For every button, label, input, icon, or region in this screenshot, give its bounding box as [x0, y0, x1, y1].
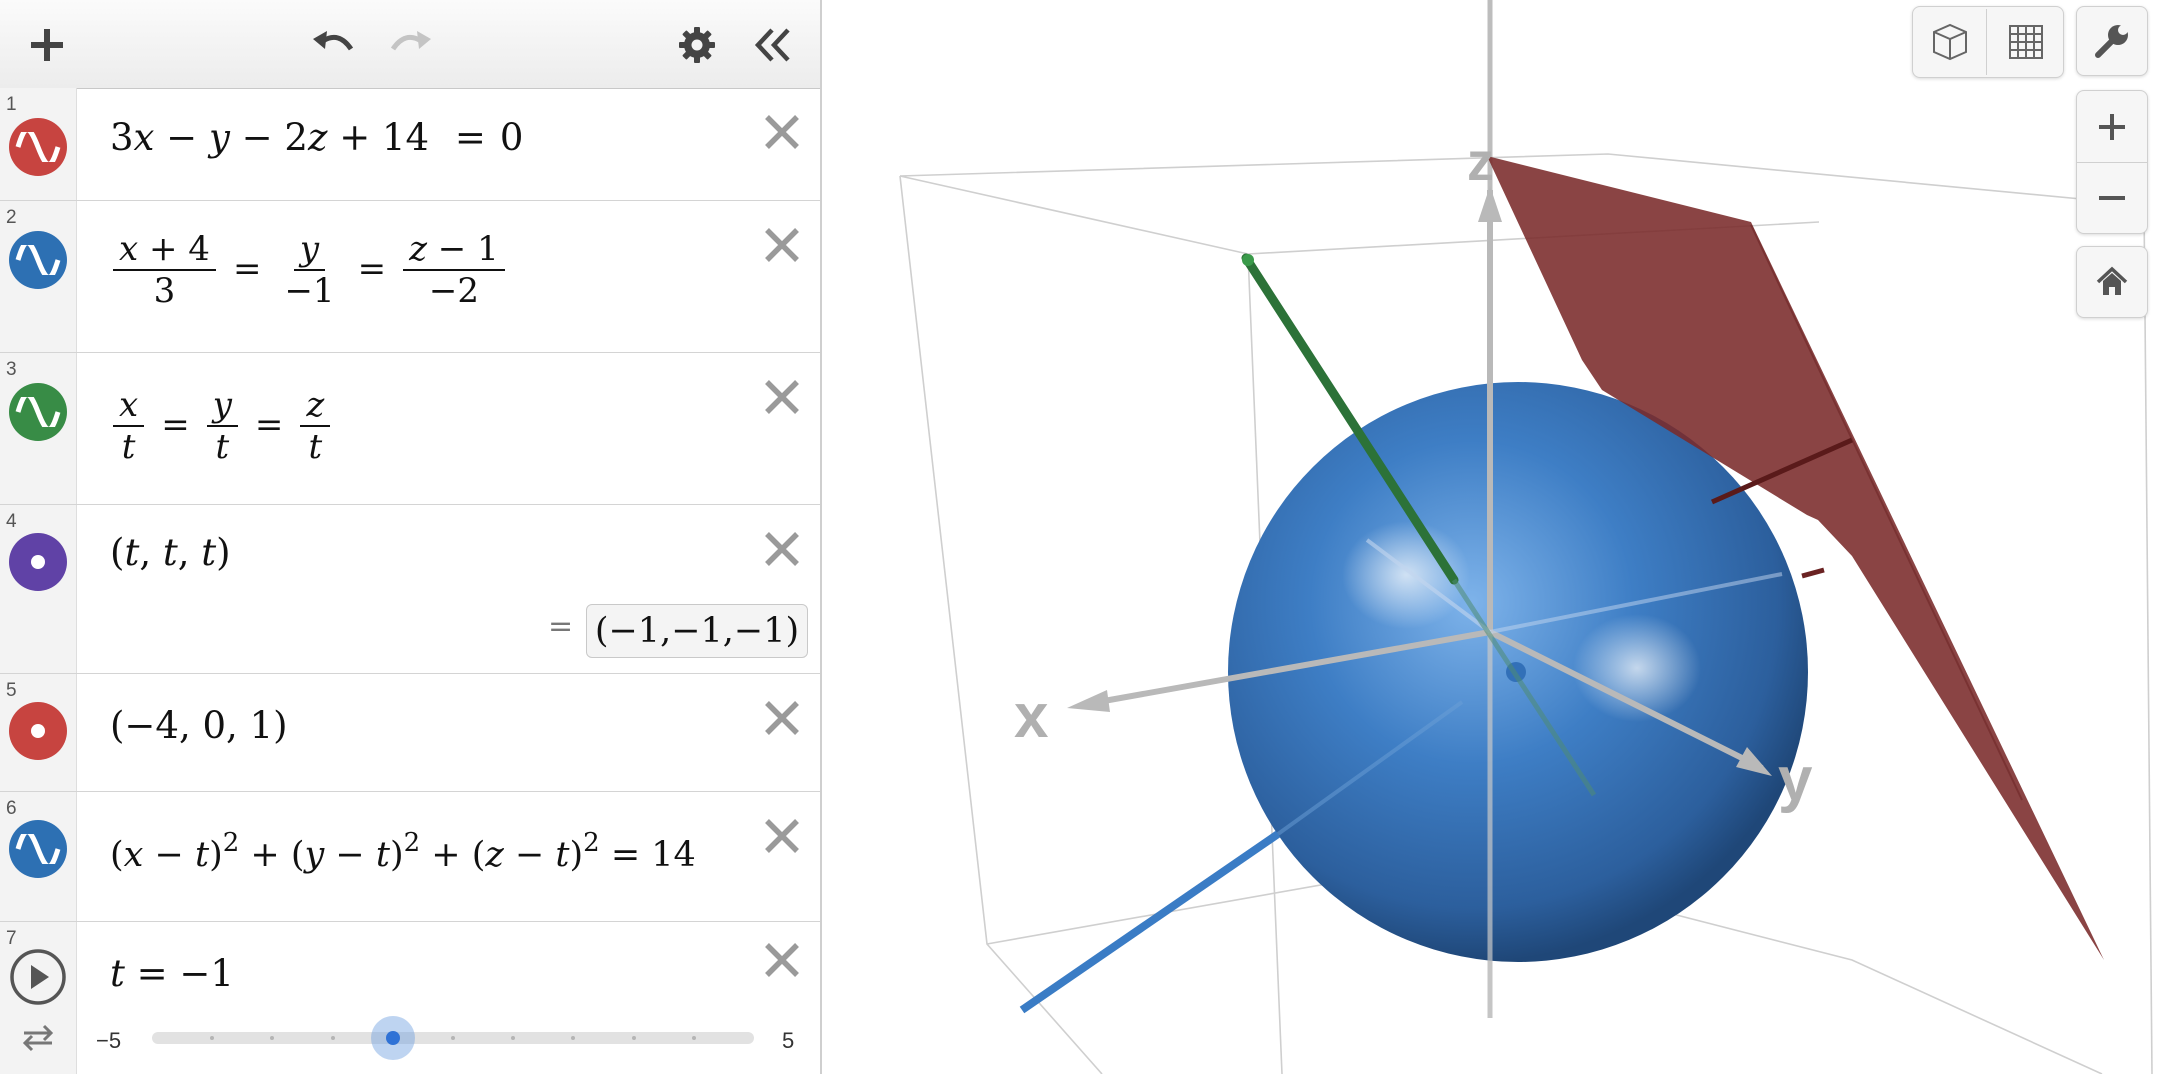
loop-mode-button[interactable] [18, 1022, 58, 1057]
zoom-out-button[interactable] [2077, 163, 2147, 233]
undo-button[interactable] [302, 14, 364, 76]
row-number: 3 [6, 359, 17, 380]
blue-line [1019, 830, 1281, 1014]
close-icon [765, 943, 799, 977]
axis-label-y: y [1778, 745, 1813, 814]
delete-expression-button[interactable] [760, 375, 804, 419]
3d-scene[interactable]: z x y [822, 0, 2160, 1074]
wave-icon[interactable] [9, 118, 67, 176]
close-icon [765, 701, 799, 735]
expression-latex[interactable]: (−4, 0, 1) [110, 704, 288, 747]
expression-row-4[interactable]: 4 (t, t, t) = (−1,−1,−1) [0, 505, 820, 674]
delete-expression-button[interactable] [760, 527, 804, 571]
expression-latex[interactable]: t = −1 [110, 952, 234, 995]
expression-latex[interactable]: (x − t)2 + (y − t)2 + (z − t)2 = 14 [110, 828, 696, 875]
slider-tick [631, 1036, 636, 1040]
zoom-out-icon [2099, 195, 2125, 200]
delete-expression-button[interactable] [760, 110, 804, 154]
row-gutter: 3 [0, 353, 77, 504]
axis-label-x: x [1014, 682, 1049, 751]
expression-panel: 1 3x − y − 2z + 14 = 0 2 x + 4 3 = y −1 = z − 1… [0, 0, 822, 1074]
row-gutter: 5 [0, 674, 77, 791]
expression-toolbar [0, 0, 820, 89]
redo-button[interactable] [380, 14, 442, 76]
collapse-panel-button[interactable] [742, 14, 804, 76]
play-icon [10, 949, 66, 1005]
view-mode-group [1912, 6, 2064, 78]
grid-icon [2008, 25, 2043, 59]
slider-tick [691, 1036, 696, 1040]
slider-tick [451, 1036, 455, 1040]
row-number: 2 [6, 207, 17, 228]
row-gutter: 7 [0, 922, 77, 1074]
delete-expression-button[interactable] [760, 814, 804, 858]
result-equals: = [548, 609, 574, 644]
redo-icon [390, 31, 431, 51]
expression-latex[interactable]: (t, t, t) [110, 531, 231, 574]
row-gutter: 2 [0, 201, 77, 352]
wave-icon[interactable] [9, 231, 67, 289]
expression-row-7[interactable]: 7 t = −1 −5 5 [0, 922, 820, 1074]
settings-button[interactable] [666, 14, 728, 76]
close-icon [765, 380, 799, 414]
home-view-button[interactable] [2076, 246, 2148, 318]
axis-label-z: z [1467, 132, 1494, 192]
expression-row-6[interactable]: 6 (x − t)2 + (y − t)2 + (z − t)2 = 14 [0, 792, 820, 922]
slider-tick [330, 1036, 335, 1040]
graph-settings-button[interactable] [2076, 6, 2148, 76]
row-number: 1 [6, 94, 17, 115]
zoom-in-button[interactable] [2077, 92, 2147, 163]
wave-icon[interactable] [9, 383, 67, 441]
expression-row-1[interactable]: 1 3x − y − 2z + 14 = 0 [0, 88, 820, 201]
expression-row-5[interactable]: 5 (−4, 0, 1) [0, 674, 820, 792]
delete-expression-button[interactable] [760, 223, 804, 267]
evaluated-result: (−1,−1,−1) [586, 604, 808, 658]
point-icon[interactable] [9, 533, 67, 591]
expression-row-3[interactable]: 3 x t = y t = z t [0, 353, 820, 505]
plus-icon [31, 29, 63, 61]
play-button[interactable] [9, 948, 67, 1006]
expression-row-2[interactable]: 2 x + 4 3 = y −1 = z − 1 −2 [0, 201, 820, 353]
delete-expression-button[interactable] [760, 696, 804, 740]
row-gutter: 4 [0, 505, 77, 673]
slider-min-label[interactable]: −5 [96, 1028, 121, 1054]
close-icon [765, 115, 799, 149]
row-number: 7 [6, 928, 17, 949]
grid-view-button[interactable] [1990, 9, 2062, 75]
undo-icon [313, 31, 354, 51]
repeat-icon [22, 1024, 54, 1052]
add-expression-button[interactable] [16, 14, 78, 76]
slider-max-label[interactable]: 5 [782, 1028, 794, 1054]
row-number: 5 [6, 680, 17, 701]
row-gutter: 1 [0, 88, 77, 200]
expression-latex[interactable]: x t = y t = z t [110, 386, 333, 467]
close-icon [765, 228, 799, 262]
wave-icon[interactable] [9, 820, 67, 878]
close-icon [765, 532, 799, 566]
home-icon [2096, 266, 2128, 295]
close-icon [765, 819, 799, 853]
delete-expression-button[interactable] [760, 938, 804, 982]
expression-latex[interactable]: x + 4 3 = y −1 = z − 1 −2 [110, 230, 508, 311]
point-icon[interactable] [9, 702, 67, 760]
gear-icon [679, 27, 715, 63]
double-chevron-left-icon [754, 28, 790, 62]
row-number: 4 [6, 511, 17, 532]
expression-latex[interactable]: 3x − y − 2z + 14 = 0 [110, 116, 523, 159]
zoom-in-icon [2099, 113, 2125, 140]
row-gutter: 6 [0, 792, 77, 921]
wrench-icon [2095, 25, 2128, 58]
zoom-control-group [2076, 90, 2148, 234]
graph-canvas[interactable]: z x y [822, 0, 2160, 1074]
cube-icon [1933, 23, 1968, 61]
row-number: 6 [6, 798, 17, 819]
slider-thumb[interactable] [370, 1016, 415, 1060]
3d-view-button[interactable] [1914, 9, 1988, 75]
